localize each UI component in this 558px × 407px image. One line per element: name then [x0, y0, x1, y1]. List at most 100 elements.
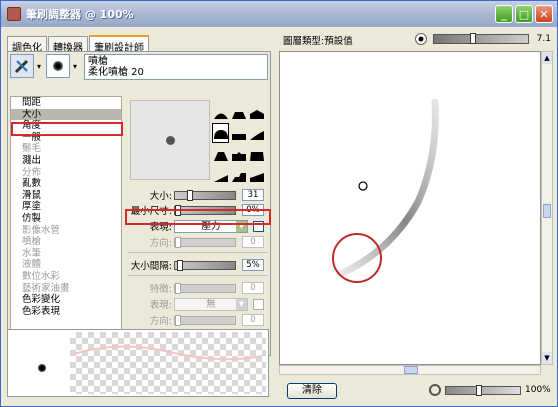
- size-shape-grid: [212, 102, 268, 182]
- list-item[interactable]: 噴槍: [11, 236, 121, 248]
- clear-button[interactable]: 清除: [287, 383, 337, 399]
- list-item[interactable]: 色彩變化: [11, 294, 121, 306]
- direction-slider[interactable]: [174, 236, 236, 248]
- slider-thumb[interactable]: [470, 33, 476, 44]
- slider-thumb[interactable]: [476, 385, 482, 396]
- shape-option[interactable]: [230, 144, 247, 164]
- feature-row: 特徵: 0: [124, 281, 272, 295]
- expression2-select[interactable]: 無 ▼: [174, 297, 248, 311]
- scrollbar-thumb[interactable]: [543, 204, 551, 218]
- slider-thumb[interactable]: [175, 282, 181, 294]
- list-item[interactable]: 水筆: [11, 248, 121, 260]
- vertical-scrollbar[interactable]: ▲ ▼: [541, 51, 553, 365]
- direction-value[interactable]: 0: [242, 236, 264, 248]
- shape-option[interactable]: [212, 102, 229, 122]
- stroke-preview: [7, 329, 269, 397]
- brush-variant-button[interactable]: [46, 54, 70, 78]
- brush-tip-icon: [53, 61, 63, 71]
- size-slider[interactable]: [174, 189, 236, 201]
- brush-category-button[interactable]: [10, 54, 34, 78]
- list-item[interactable]: 數位水彩: [11, 271, 121, 283]
- tab-dab[interactable]: 調色化: [7, 36, 47, 54]
- expression2-select-value: 無: [206, 298, 216, 310]
- zoom-slider[interactable]: [445, 385, 521, 396]
- layer-type-label: 圖層類型:預設值: [283, 36, 353, 47]
- slider-thumb[interactable]: [187, 189, 193, 201]
- stroke-preview-line: [73, 345, 263, 361]
- feature-value[interactable]: 0: [242, 282, 264, 294]
- shape-option[interactable]: [248, 123, 265, 143]
- airbrush-icon: [14, 59, 29, 74]
- list-item[interactable]: 滑鼠: [11, 190, 121, 202]
- invert2-checkbox[interactable]: [253, 298, 264, 310]
- brush-variant-name: 柔化噴槍 20: [88, 67, 144, 78]
- zoom-value: 100%: [525, 385, 551, 395]
- size-value[interactable]: 31: [242, 189, 264, 201]
- list-item[interactable]: 仿製: [11, 213, 121, 225]
- expression2-label: 表現:: [149, 300, 172, 311]
- size-step-slider[interactable]: [174, 259, 236, 271]
- scratch-pad-header: 圖層類型:預設值 7.1: [277, 31, 553, 49]
- size-step-label: 大小間隔:: [130, 261, 172, 272]
- size-label: 大小:: [149, 191, 172, 202]
- brush-size-slider[interactable]: [433, 33, 529, 44]
- horizontal-scrollbar[interactable]: [279, 365, 541, 375]
- scroll-down-icon[interactable]: ▼: [542, 352, 552, 364]
- window-title: 筆刷調整器 @ 100%: [26, 8, 134, 21]
- stroke-drawing: [332, 98, 439, 283]
- list-item[interactable]: 色彩表現: [11, 306, 121, 318]
- brush-designer-panel: 調色化 轉換器 筆刷設計師 ▾ ▾ 噴槍 柔化噴槍 20 間距 大小 角度 一般…: [7, 35, 271, 399]
- scratch-pad-canvas[interactable]: [279, 51, 541, 365]
- scrollbar-thumb[interactable]: [404, 366, 418, 374]
- size-step-value[interactable]: 5%: [242, 259, 264, 271]
- zoom-icon: [429, 384, 441, 396]
- direction2-slider[interactable]: [174, 314, 236, 326]
- list-item[interactable]: 影像水管: [11, 225, 121, 237]
- dab-preview-dot: [166, 136, 175, 145]
- slider-thumb[interactable]: [177, 259, 183, 271]
- list-item[interactable]: 液體: [11, 259, 121, 271]
- tab-converter[interactable]: 轉換器: [48, 36, 88, 54]
- title-bar[interactable]: 筆刷調整器 @ 100% _ □ ✕: [1, 1, 557, 27]
- chevron-down-icon[interactable]: ▼: [236, 298, 247, 310]
- shape-option[interactable]: [248, 165, 265, 185]
- shape-option[interactable]: [230, 102, 247, 122]
- shape-option[interactable]: [248, 144, 265, 164]
- shape-option[interactable]: [248, 102, 265, 122]
- list-item[interactable]: 鬃毛: [11, 143, 121, 155]
- close-icon[interactable]: ✕: [535, 5, 553, 23]
- shape-option[interactable]: [212, 144, 229, 164]
- tab-bar: 調色化 轉換器 筆刷設計師: [7, 35, 271, 54]
- tab-brush-designer[interactable]: 筆刷設計師: [89, 35, 149, 54]
- dab-preview: [130, 100, 210, 180]
- list-item-size[interactable]: 大小: [11, 108, 121, 121]
- chevron-down-icon[interactable]: ▾: [34, 54, 44, 78]
- list-item[interactable]: 濺出: [11, 155, 121, 167]
- scroll-up-icon[interactable]: ▲: [542, 52, 552, 64]
- list-item[interactable]: 亂數: [11, 178, 121, 190]
- minimize-icon[interactable]: _: [495, 5, 513, 23]
- size-row: 大小: 31: [124, 188, 272, 202]
- list-item[interactable]: 間距: [11, 97, 121, 109]
- slider-thumb[interactable]: [175, 236, 181, 248]
- app-icon: [7, 7, 21, 21]
- shape-option-selected[interactable]: [212, 123, 229, 143]
- maximize-icon[interactable]: □: [515, 5, 533, 23]
- expression2-row: 表現: 無 ▼: [124, 297, 272, 311]
- scratch-pad-panel: 圖層類型:預設值 7.1 ▲ ▼ 清除 100%: [277, 31, 553, 403]
- highlight-box-size-item: [11, 122, 123, 136]
- shape-option[interactable]: [230, 123, 247, 143]
- transparency-preview: [70, 332, 266, 394]
- feature-slider[interactable]: [174, 282, 236, 294]
- list-item[interactable]: 分佈: [11, 167, 121, 179]
- brush-controls-window: 筆刷調整器 @ 100% _ □ ✕ 調色化 轉換器 筆刷設計師 ▾ ▾ 噴槍 …: [0, 0, 558, 407]
- chevron-down-icon[interactable]: ▾: [70, 54, 80, 78]
- direction-row: 方向: 0: [124, 235, 272, 249]
- list-item[interactable]: 藝術家油畫: [11, 283, 121, 295]
- list-item[interactable]: 厚塗: [11, 201, 121, 213]
- direction2-value[interactable]: 0: [242, 314, 264, 326]
- size-step-row: 大小間隔: 5%: [124, 258, 272, 272]
- shape-option[interactable]: [230, 165, 247, 185]
- slider-thumb[interactable]: [175, 314, 181, 326]
- shape-option[interactable]: [212, 165, 229, 185]
